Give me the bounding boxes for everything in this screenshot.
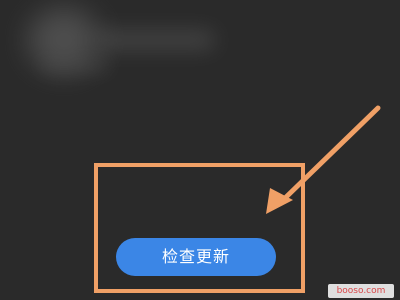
check-update-button[interactable]: 检查更新 xyxy=(116,238,276,276)
app-screen: 检查更新 booso.com xyxy=(0,0,400,300)
watermark: booso.com xyxy=(328,284,394,298)
blurred-app-version xyxy=(40,58,110,72)
blurred-app-name xyxy=(95,30,215,50)
